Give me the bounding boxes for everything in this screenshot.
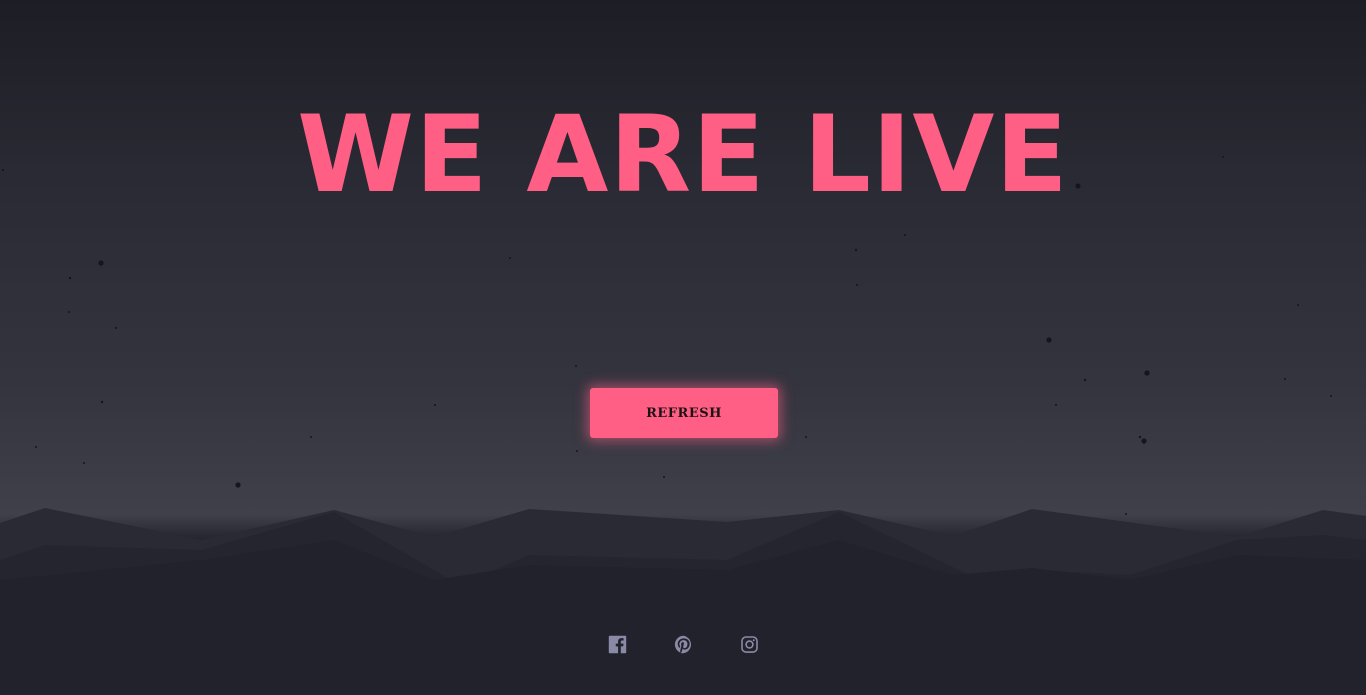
instagram-icon — [740, 635, 758, 653]
mountain-silhouette — [0, 508, 1366, 695]
page-title: WE ARE LIVE — [297, 93, 1069, 216]
pinterest-link[interactable] — [673, 632, 693, 656]
facebook-link[interactable] — [607, 632, 627, 656]
pinterest-icon — [674, 635, 691, 653]
instagram-link[interactable] — [739, 632, 759, 656]
facebook-icon — [608, 635, 626, 653]
social-links — [0, 632, 1366, 656]
refresh-button[interactable]: REFRESH — [590, 388, 778, 438]
